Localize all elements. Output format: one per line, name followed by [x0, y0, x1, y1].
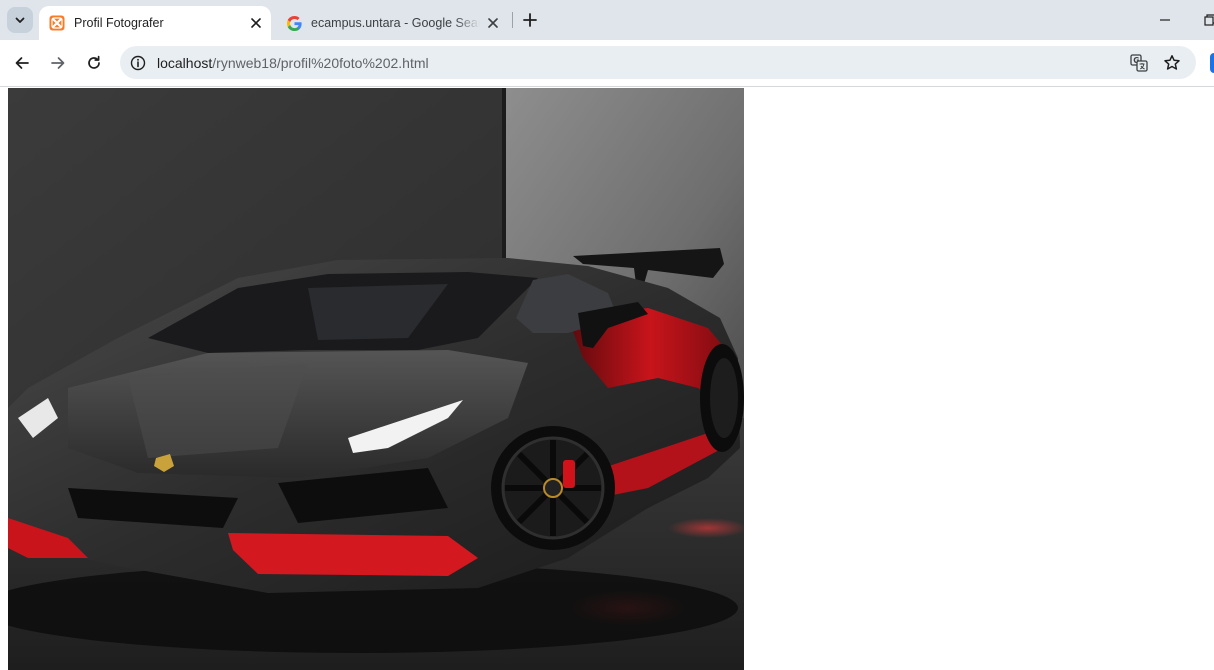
tab-title: Profil Fotografer	[74, 16, 164, 30]
minimize-window-button[interactable]	[1155, 10, 1175, 30]
back-button[interactable]	[10, 51, 34, 75]
tab-google-search[interactable]: ecampus.untara - Google Search	[280, 6, 508, 40]
translate-icon[interactable]: G	[1129, 53, 1149, 73]
minimize-icon	[1160, 19, 1170, 21]
reload-icon	[88, 55, 100, 69]
tab-strip: Profil Fotografer ecampus.untara - Googl…	[0, 0, 1214, 40]
tab-search-button[interactable]	[7, 7, 33, 33]
address-bar[interactable]: localhost/rynweb18/profil%20foto%202.htm…	[120, 46, 1196, 79]
tab-profil-fotografer[interactable]: Profil Fotografer	[39, 6, 271, 40]
tab-separator	[512, 12, 513, 28]
browser-toolbar: localhost/rynweb18/profil%20foto%202.htm…	[0, 40, 1214, 87]
car-image	[8, 88, 744, 670]
arrow-left-icon	[15, 57, 29, 69]
close-tab-icon[interactable]	[484, 14, 502, 32]
profile-avatar-edge[interactable]	[1210, 53, 1214, 73]
google-icon	[286, 15, 302, 31]
url-text: localhost/rynweb18/profil%20foto%202.htm…	[157, 55, 429, 71]
forward-button[interactable]	[46, 51, 70, 75]
url-host: localhost	[157, 54, 213, 71]
close-tab-icon[interactable]	[247, 14, 265, 32]
reload-button[interactable]	[82, 51, 106, 75]
tab-title: ecampus.untara - Google Search	[311, 16, 480, 30]
restore-window-button[interactable]	[1200, 10, 1214, 30]
sports-car-photo	[8, 88, 744, 670]
site-info-icon[interactable]	[129, 54, 147, 72]
xampp-icon	[49, 15, 65, 31]
plus-icon	[523, 13, 537, 27]
bookmark-star-icon[interactable]	[1162, 53, 1182, 73]
new-tab-button[interactable]	[520, 10, 540, 30]
restore-icon	[1204, 14, 1214, 26]
url-path: /rynweb18/profil%20foto%202.html	[212, 54, 429, 71]
chevron-down-icon	[15, 17, 25, 23]
arrow-right-icon	[51, 57, 65, 69]
